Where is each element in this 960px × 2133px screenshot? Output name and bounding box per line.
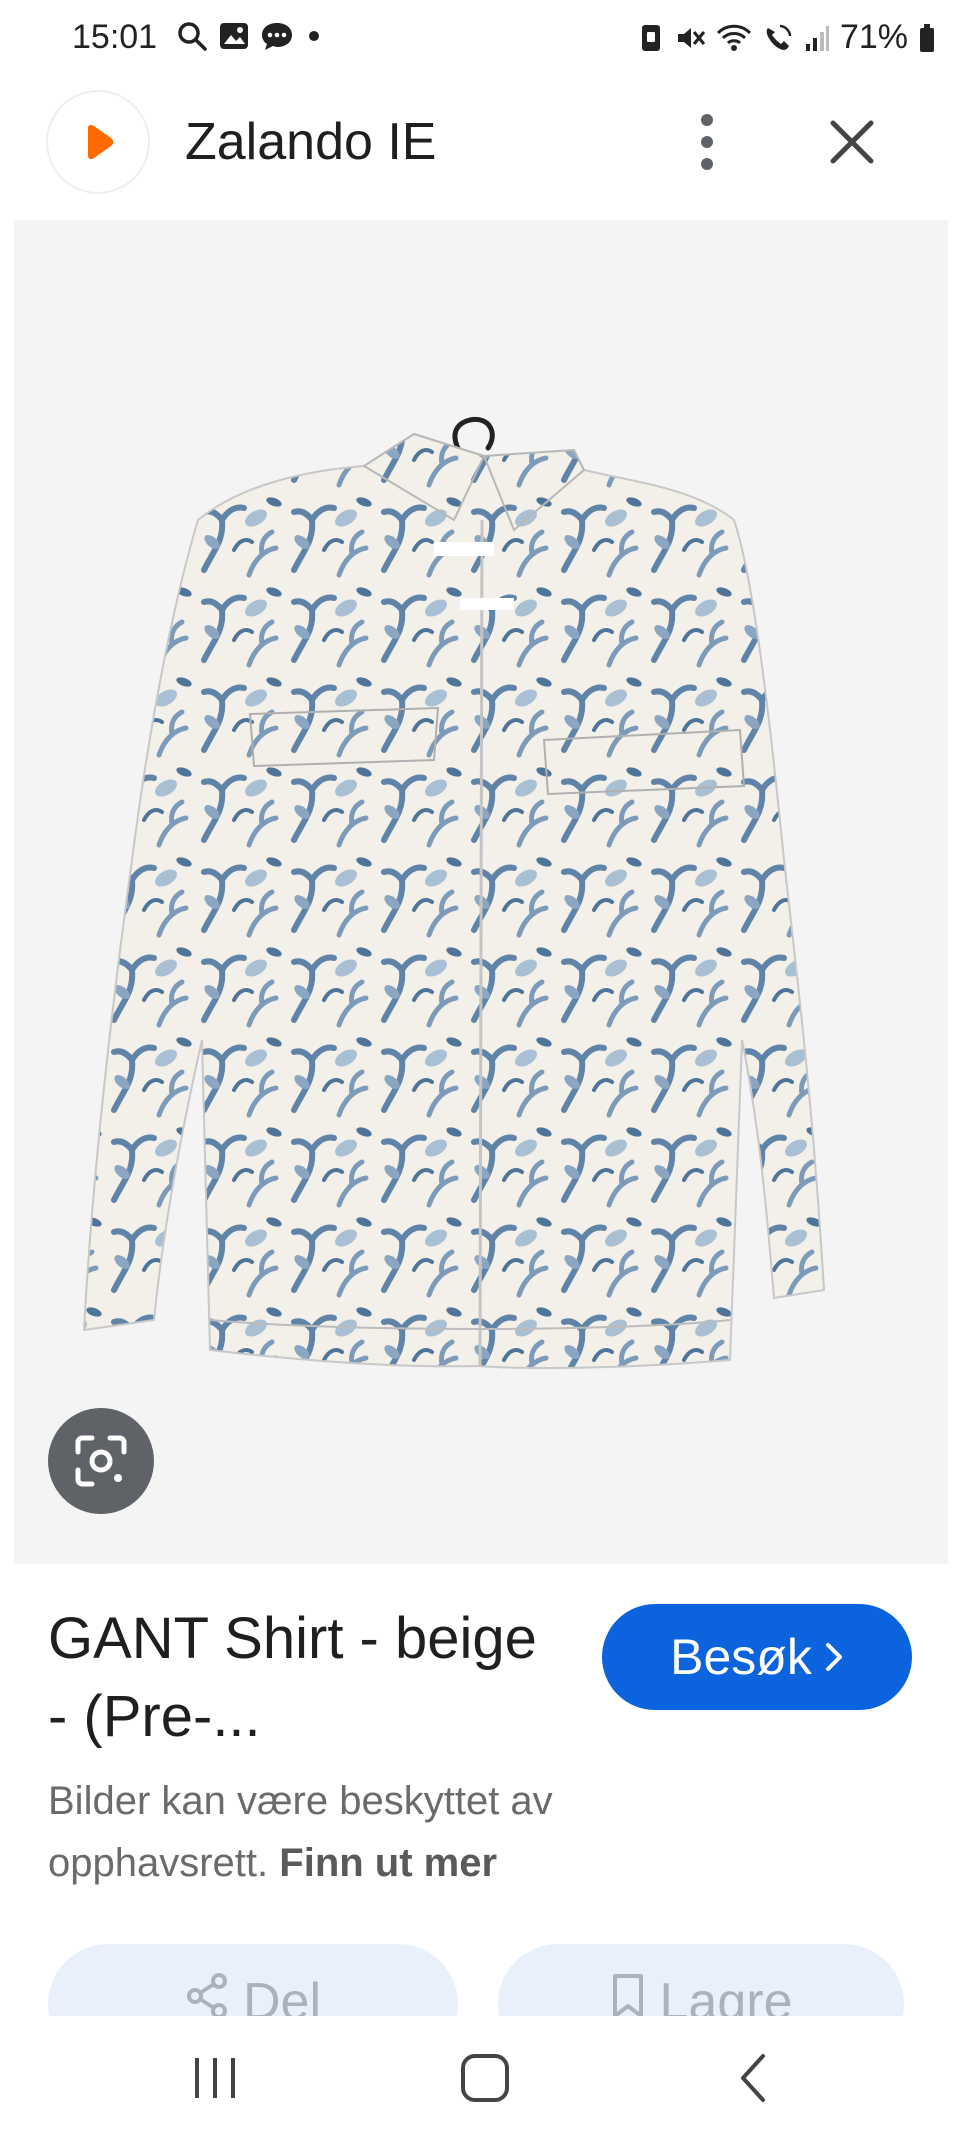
wifi-call-icon xyxy=(766,24,792,50)
chat-icon xyxy=(262,23,292,50)
more-vert-icon xyxy=(701,114,713,170)
shirt-illustration xyxy=(82,416,826,1369)
app-header: Zalando IE xyxy=(0,78,960,218)
visit-button-label: Besøk xyxy=(670,1629,812,1685)
status-time: 15:01 xyxy=(72,18,158,56)
learn-more-link[interactable]: Finn ut mer xyxy=(279,1841,497,1885)
lens-icon xyxy=(75,1435,127,1487)
gallery-icon xyxy=(220,23,248,49)
action-buttons: Del Lagre xyxy=(0,1940,960,2016)
status-bar: 15:01 71% xyxy=(0,0,960,78)
recent-apps-button[interactable] xyxy=(170,2040,260,2116)
recent-apps-icon xyxy=(195,2058,235,2098)
more-options-button[interactable] xyxy=(682,102,732,182)
battery-icon xyxy=(920,23,934,52)
dot-icon xyxy=(309,31,319,41)
home-button[interactable] xyxy=(440,2040,530,2116)
share-label: Del xyxy=(242,1973,322,2016)
share-icon xyxy=(186,1973,227,2016)
site-logo xyxy=(48,92,148,192)
close-icon xyxy=(830,120,874,164)
signal-icon xyxy=(805,25,829,51)
mute-icon xyxy=(677,27,706,48)
site-title: Zalando IE xyxy=(185,113,437,171)
google-lens-button[interactable] xyxy=(48,1408,154,1514)
vibrate-icon xyxy=(641,24,660,51)
save-label: Lagre xyxy=(659,1973,793,2016)
zalando-logo-icon xyxy=(88,124,114,160)
visit-button[interactable]: Besøk xyxy=(602,1604,912,1710)
system-icons: 71% xyxy=(638,18,936,57)
system-nav-bar xyxy=(0,2016,960,2133)
close-button[interactable] xyxy=(822,112,882,172)
product-image[interactable] xyxy=(14,220,948,1564)
share-button[interactable]: Del xyxy=(48,1944,458,2016)
copyright-notice: Bilder kan være beskyttet av opphavsrett… xyxy=(48,1770,688,1894)
back-icon xyxy=(741,2054,765,2102)
bookmark-icon xyxy=(612,1974,643,2016)
chevron-right-icon xyxy=(825,1643,842,1671)
save-button[interactable]: Lagre xyxy=(498,1944,904,2016)
battery-percentage: 71% xyxy=(839,18,908,56)
wifi-icon xyxy=(716,24,751,51)
back-button[interactable] xyxy=(708,2040,798,2116)
notification-icons xyxy=(176,20,324,52)
product-title[interactable]: GANT Shirt - beige - (Pre-... xyxy=(48,1600,568,1756)
search-icon xyxy=(178,22,207,51)
home-icon xyxy=(461,2054,509,2102)
